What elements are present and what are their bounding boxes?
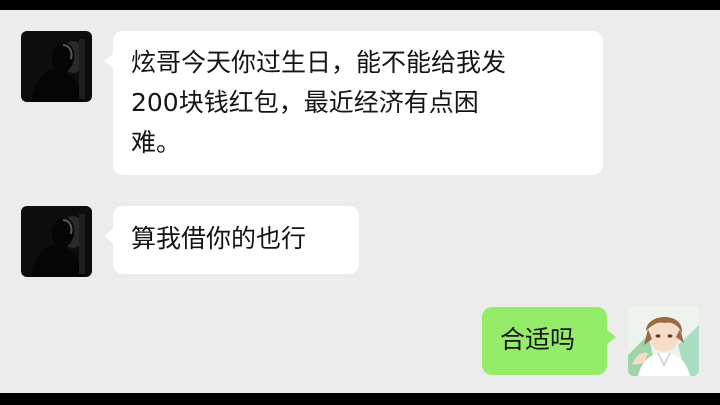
contact-avatar[interactable] xyxy=(21,31,92,102)
message-text-line: 算我借你的也行 xyxy=(131,224,307,253)
contact-avatar[interactable] xyxy=(21,206,92,277)
message-text-line: 炫哥今天你过生日，能不能给我发 xyxy=(131,48,507,77)
message-text-line: 合适吗 xyxy=(500,325,576,354)
my-avatar[interactable] xyxy=(628,305,699,376)
incoming-message-bubble[interactable]: 算我借你的也行 xyxy=(104,206,359,274)
bubble-tail xyxy=(104,53,114,69)
bubble-tail xyxy=(104,228,114,244)
message-text-line: 难。 xyxy=(131,128,182,157)
dark-silhouette-icon xyxy=(21,206,92,277)
message-text-line: 200块钱红包，最近经济有点困 xyxy=(131,88,479,117)
anime-boy-icon xyxy=(628,305,699,376)
chat-screen: 炫哥今天你过生日，能不能给我发 200块钱红包，最近经济有点困 难。 算我借你的… xyxy=(0,10,720,393)
bubble-tail xyxy=(606,329,616,345)
incoming-message-bubble[interactable]: 炫哥今天你过生日，能不能给我发 200块钱红包，最近经济有点困 难。 xyxy=(104,31,603,175)
outgoing-message-bubble[interactable]: 合适吗 xyxy=(482,307,616,375)
dark-silhouette-icon xyxy=(21,31,92,102)
